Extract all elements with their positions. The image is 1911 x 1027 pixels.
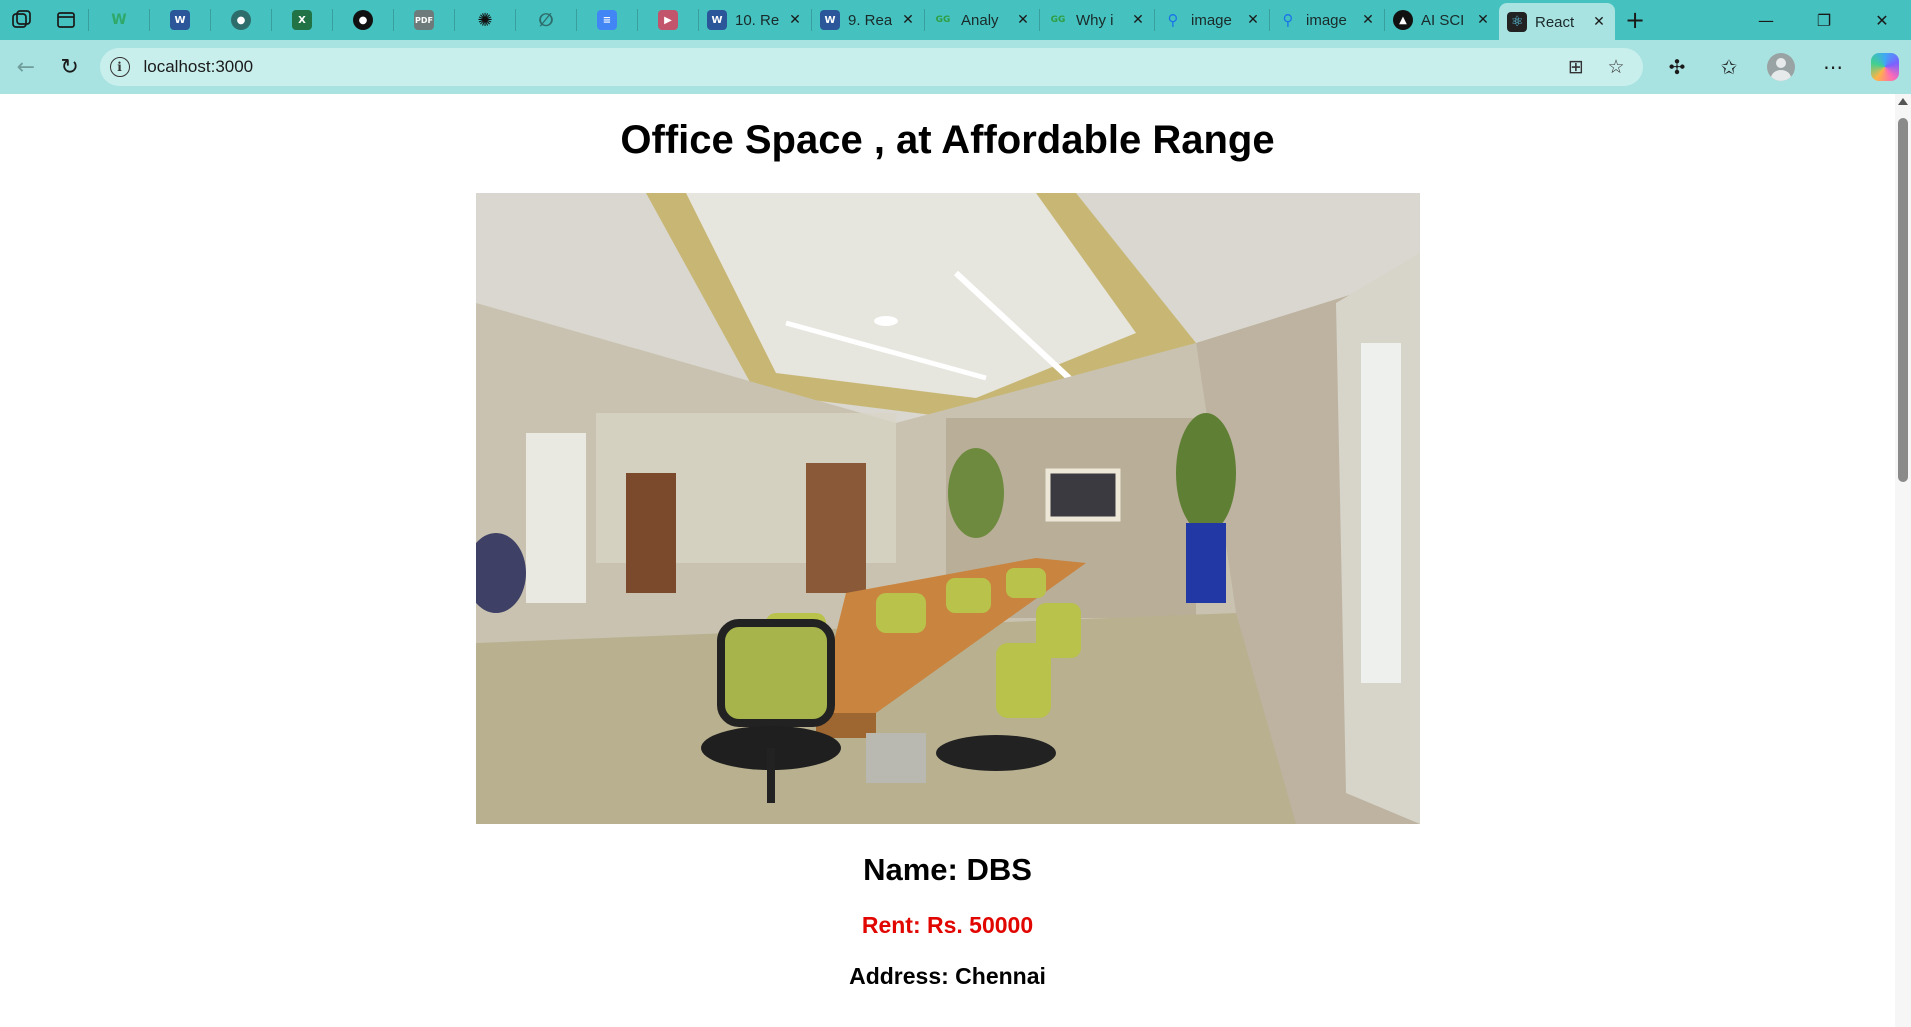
- tab-label: React: [1535, 13, 1575, 31]
- pinned-tab[interactable]: PDF: [394, 2, 454, 38]
- browser-tab[interactable]: W 9. Rea ✕: [812, 2, 924, 38]
- workspaces-button[interactable]: [0, 2, 44, 38]
- scroll-thumb[interactable]: [1898, 118, 1908, 482]
- tab-label: 9. Rea: [848, 11, 892, 29]
- close-window-button[interactable]: ✕: [1853, 0, 1911, 40]
- word-icon: W: [707, 10, 727, 30]
- browser-tab-active[interactable]: ⚛ React ✕: [1499, 3, 1615, 41]
- close-icon[interactable]: ✕: [1475, 12, 1491, 28]
- close-icon[interactable]: ✕: [1591, 14, 1607, 30]
- gg-icon: GG: [935, 15, 951, 25]
- back-arrow-icon: ←: [16, 54, 36, 80]
- minimize-button[interactable]: —: [1737, 0, 1795, 40]
- more-icon: ⋯: [1822, 55, 1843, 79]
- browser-tab[interactable]: W 10. Re ✕: [699, 2, 811, 38]
- pinned-tab[interactable]: ≡: [577, 2, 637, 38]
- triangle-icon: ▲: [1393, 10, 1413, 30]
- app-available-icon[interactable]: ⊞: [1559, 52, 1593, 82]
- word-icon: W: [820, 10, 840, 30]
- close-icon[interactable]: ✕: [787, 12, 803, 28]
- close-icon[interactable]: ✕: [1245, 12, 1261, 28]
- pinned-tab[interactable]: ▶: [638, 2, 698, 38]
- favorites-button[interactable]: ✩: [1703, 47, 1755, 87]
- pinned-tab[interactable]: ∅: [516, 2, 576, 38]
- back-button[interactable]: ←: [4, 47, 48, 87]
- docs-icon: ≡: [597, 10, 617, 30]
- avatar: [1766, 53, 1795, 81]
- tab-actions-button[interactable]: [44, 2, 88, 38]
- tab-label: Analy: [961, 11, 999, 29]
- copilot-icon: [1870, 53, 1899, 81]
- office-rent: Rent: Rs. 50000: [861, 912, 1034, 938]
- gg-icon: GG: [1050, 15, 1066, 25]
- pinned-tab[interactable]: ✺: [455, 2, 515, 38]
- browser-tab[interactable]: GG Analy ✕: [925, 2, 1039, 38]
- close-icon[interactable]: ✕: [900, 12, 916, 28]
- tab-label: AI SCI: [1421, 11, 1465, 29]
- search-icon: ⚲: [1167, 11, 1179, 29]
- browser-tab[interactable]: GG Why i ✕: [1040, 2, 1154, 38]
- close-icon: ✕: [1875, 10, 1889, 30]
- office-address: Address: Chennai: [849, 963, 1046, 989]
- scroll-up-arrow-icon[interactable]: [1898, 98, 1908, 105]
- workspaces-icon: [12, 10, 31, 28]
- pinned-tab[interactable]: X: [272, 2, 332, 38]
- w-green-icon: W: [111, 12, 127, 28]
- favorites-icon: ✩: [1720, 55, 1738, 79]
- profile-button[interactable]: [1755, 47, 1807, 87]
- toolbar: ← ↻ i localhost:3000 ⊞ ☆ ✣ ✩ ⋯: [0, 40, 1911, 94]
- tab-actions-icon: [57, 12, 75, 28]
- word-icon: W: [170, 10, 190, 30]
- search-icon: ⚲: [1282, 11, 1294, 29]
- page-title: Office Space , at Affordable Range: [620, 118, 1275, 162]
- restore-icon: ❐: [1816, 10, 1832, 30]
- copilot-button[interactable]: [1859, 47, 1911, 87]
- pinned-tab[interactable]: ●: [211, 2, 271, 38]
- tab-strip: W W ● X ● PDF ✺ ∅ ≡ ▶ W 10. Re ✕ W 9. Re…: [0, 0, 1911, 41]
- page-content: Office Space , at Affordable Range Name:…: [0, 94, 1895, 990]
- vertical-scrollbar[interactable]: [1895, 94, 1911, 1027]
- office-photo-illustration: [475, 193, 1420, 824]
- close-icon[interactable]: ✕: [1130, 12, 1146, 28]
- github-icon: ●: [353, 10, 373, 30]
- pdf-icon: PDF: [414, 10, 434, 30]
- favorite-star-icon[interactable]: ☆: [1599, 52, 1633, 82]
- tab-label: Why i: [1076, 11, 1114, 29]
- office-photo: [475, 193, 1420, 824]
- extensions-button[interactable]: ✣: [1651, 47, 1703, 87]
- tab-label: image: [1191, 11, 1232, 29]
- address-url[interactable]: localhost:3000: [144, 57, 254, 77]
- close-icon[interactable]: ✕: [1360, 12, 1376, 28]
- close-icon[interactable]: ✕: [1015, 12, 1031, 28]
- react-icon: ⚛: [1507, 12, 1527, 32]
- restore-button[interactable]: ❐: [1795, 0, 1853, 40]
- more-menu-button[interactable]: ⋯: [1807, 47, 1859, 87]
- tab-label: image: [1306, 11, 1347, 29]
- excel-icon: X: [292, 10, 312, 30]
- page-viewport: Office Space , at Affordable Range Name:…: [0, 94, 1911, 1027]
- puzzle-icon: ✣: [1668, 55, 1686, 79]
- pinned-tab[interactable]: W: [89, 2, 149, 38]
- new-tab-button[interactable]: +: [1615, 2, 1655, 38]
- pinned-tab[interactable]: ●: [333, 2, 393, 38]
- plus-icon: +: [1624, 6, 1646, 34]
- window-controls: — ❐ ✕: [1737, 0, 1911, 40]
- minimize-icon: —: [1758, 10, 1774, 30]
- pinned-tab[interactable]: W: [150, 2, 210, 38]
- browser-tab[interactable]: ⚲ image ✕: [1155, 2, 1269, 38]
- address-bar[interactable]: i localhost:3000 ⊞ ☆: [99, 48, 1643, 86]
- tab-label: 10. Re: [735, 11, 779, 29]
- site-info-icon[interactable]: i: [109, 57, 130, 77]
- reload-icon: ↻: [60, 54, 79, 80]
- circle-slash-icon: ∅: [538, 9, 554, 31]
- github-icon: ●: [231, 10, 251, 30]
- video-icon: ▶: [658, 10, 678, 30]
- office-name: Name: DBS: [863, 852, 1032, 887]
- reload-button[interactable]: ↻: [48, 47, 92, 87]
- browser-tab[interactable]: ▲ AI SCI ✕: [1385, 2, 1499, 38]
- chatgpt-icon: ✺: [477, 9, 493, 31]
- browser-tab[interactable]: ⚲ image ✕: [1270, 2, 1384, 38]
